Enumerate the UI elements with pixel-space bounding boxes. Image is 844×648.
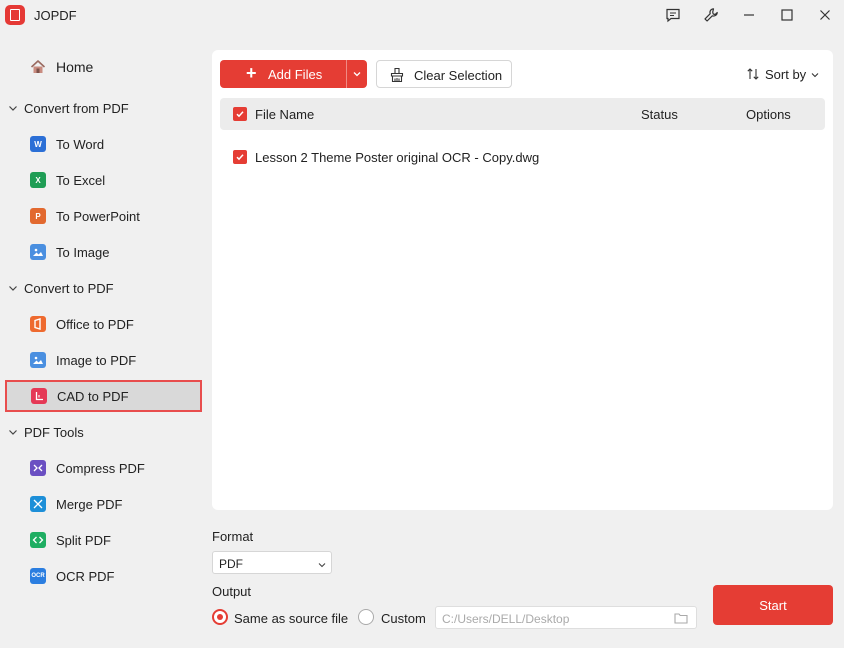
add-files-dropdown-button[interactable]	[346, 60, 367, 88]
sidebar-item-compress-pdf[interactable]: Compress PDF	[0, 452, 212, 484]
sidebar-item-to-powerpoint[interactable]: P To PowerPoint	[0, 200, 212, 232]
output-path-placeholder: C:/Users/DELL/Desktop	[442, 612, 570, 626]
format-select[interactable]: PDF	[212, 551, 332, 574]
close-icon[interactable]	[813, 4, 837, 26]
sidebar-item-to-excel[interactable]: X To Excel	[0, 164, 212, 196]
custom-radio[interactable]	[358, 609, 374, 625]
app-title: JOPDF	[34, 8, 77, 23]
sidebar-item-to-word[interactable]: W To Word	[0, 128, 212, 160]
sidebar-item-label: Compress PDF	[56, 460, 145, 476]
excel-icon: X	[30, 172, 46, 188]
sidebar-item-label: Merge PDF	[56, 496, 123, 512]
sidebar-item-label: Image to PDF	[56, 352, 137, 368]
check-icon	[236, 154, 244, 161]
minimize-icon[interactable]	[737, 4, 761, 26]
sidebar-item-office-to-pdf[interactable]: Office to PDF	[0, 308, 212, 340]
group-convert-from-pdf[interactable]: Convert from PDF	[0, 96, 212, 120]
chevron-down-icon	[318, 563, 326, 568]
sidebar-item-merge-pdf[interactable]: Merge PDF	[0, 488, 212, 520]
sidebar-item-split-pdf[interactable]: Split PDF	[0, 524, 212, 556]
sidebar-item-cad-to-pdf[interactable]: CAD to PDF	[5, 380, 202, 412]
sort-by-button[interactable]: Sort by	[746, 66, 826, 84]
output-path-input[interactable]: C:/Users/DELL/Desktop	[435, 606, 697, 629]
group-label: Convert from PDF	[24, 100, 129, 116]
file-name-cell: Lesson 2 Theme Poster original OCR - Cop…	[255, 150, 540, 165]
word-icon: W	[30, 136, 46, 152]
ocr-icon: OCR	[30, 568, 46, 584]
chevron-down-icon	[9, 286, 17, 291]
cad-icon	[31, 388, 47, 404]
group-label: Convert to PDF	[24, 280, 114, 296]
folder-icon[interactable]	[674, 612, 688, 624]
output-label: Output	[212, 584, 252, 599]
add-files-button[interactable]: + Add Files	[220, 60, 346, 88]
merge-icon	[30, 496, 46, 512]
sidebar-item-to-image[interactable]: To Image	[0, 236, 212, 268]
column-header-options: Options	[746, 107, 791, 122]
chevron-down-icon	[353, 72, 361, 77]
add-files-label: Add Files	[268, 67, 323, 82]
sort-icon	[747, 68, 759, 80]
table-header: File Name Status Options	[220, 98, 825, 130]
same-as-source-label[interactable]: Same as source file	[234, 611, 348, 626]
sidebar-item-label: Office to PDF	[56, 316, 134, 332]
title-bar: JOPDF	[0, 0, 844, 30]
clear-selection-label: Clear Selection	[414, 68, 503, 83]
custom-label[interactable]: Custom	[381, 611, 426, 626]
column-header-status: Status	[641, 107, 678, 122]
chevron-down-icon	[811, 73, 819, 78]
same-as-source-radio[interactable]	[212, 609, 228, 625]
check-icon	[236, 111, 244, 118]
sidebar-item-ocr-pdf[interactable]: OCR OCR PDF	[0, 560, 212, 592]
feedback-icon[interactable]	[661, 4, 685, 26]
row-checkbox[interactable]	[233, 150, 247, 164]
sort-by-label: Sort by	[765, 67, 807, 82]
split-icon	[30, 532, 46, 548]
select-all-checkbox[interactable]	[233, 107, 247, 121]
office-icon	[30, 316, 46, 332]
sidebar-item-home[interactable]: Home	[0, 51, 212, 83]
compress-icon	[30, 460, 46, 476]
table-row[interactable]: Lesson 2 Theme Poster original OCR - Cop…	[220, 142, 825, 172]
sidebar-item-label: To Word	[56, 136, 105, 152]
sidebar-item-label: Split PDF	[56, 532, 111, 548]
powerpoint-icon: P	[30, 208, 46, 224]
column-header-file-name[interactable]: File Name	[255, 107, 314, 122]
sidebar-item-label: To Excel	[56, 172, 106, 188]
format-select-value: PDF	[219, 557, 243, 571]
file-list-panel: + Add Files Clear Selection Sort by File…	[212, 50, 833, 510]
group-convert-to-pdf[interactable]: Convert to PDF	[0, 276, 212, 300]
chevron-down-icon	[9, 430, 17, 435]
sidebar-item-label: To PowerPoint	[56, 208, 140, 224]
sidebar-item-image-to-pdf[interactable]: Image to PDF	[0, 344, 212, 376]
maximize-icon[interactable]	[775, 4, 799, 26]
group-pdf-tools[interactable]: PDF Tools	[0, 420, 212, 444]
plus-icon: +	[246, 63, 257, 83]
start-button[interactable]: Start	[713, 585, 833, 625]
chevron-down-icon	[9, 106, 17, 111]
broom-icon	[390, 67, 404, 83]
group-label: PDF Tools	[24, 424, 84, 440]
wrench-icon[interactable]	[699, 4, 723, 26]
image-icon	[30, 244, 46, 260]
home-icon	[30, 59, 46, 75]
clear-selection-button[interactable]: Clear Selection	[376, 60, 512, 88]
app-logo-icon	[5, 5, 25, 25]
sidebar-item-label: Home	[56, 59, 94, 75]
sidebar-item-label: CAD to PDF	[57, 388, 129, 404]
sidebar-item-label: To Image	[56, 244, 110, 260]
image-icon	[30, 352, 46, 368]
sidebar-item-label: OCR PDF	[56, 568, 115, 584]
format-label: Format	[212, 529, 254, 544]
